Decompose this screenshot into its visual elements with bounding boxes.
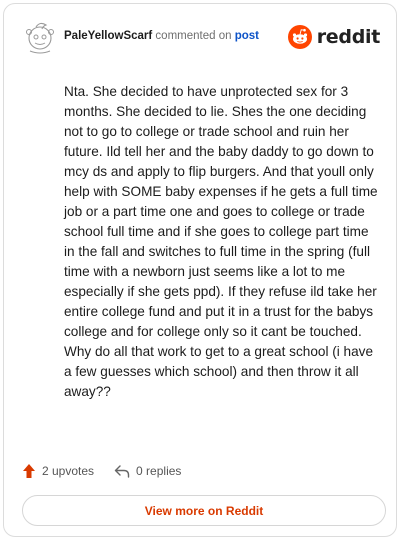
upvote-count: 2 upvotes bbox=[42, 464, 95, 478]
reply-arrow-icon bbox=[114, 465, 130, 478]
reddit-brand[interactable]: reddit bbox=[287, 24, 381, 50]
snoo-avatar-icon[interactable] bbox=[22, 18, 58, 56]
view-more-button[interactable]: View more on Reddit bbox=[22, 495, 386, 526]
brand-wordmark: reddit bbox=[316, 26, 381, 48]
reply-stat[interactable]: 0 replies bbox=[114, 464, 181, 478]
action-text: commented on bbox=[155, 30, 232, 42]
upvote-stat[interactable]: 2 upvotes bbox=[22, 463, 94, 479]
byline: PaleYellowScarf commented on post bbox=[64, 30, 259, 42]
reply-count: 0 replies bbox=[136, 464, 182, 478]
upvote-arrow-icon bbox=[23, 464, 35, 478]
reddit-logo-icon bbox=[287, 25, 312, 49]
comment-stats: 2 upvotes 0 replies bbox=[22, 462, 181, 480]
post-link[interactable]: post bbox=[235, 30, 259, 42]
username-link[interactable]: PaleYellowScarf bbox=[64, 30, 152, 42]
comment-body: Nta. She decided to have unprotected sex… bbox=[64, 84, 378, 399]
comment-header: PaleYellowScarf commented on post reddit bbox=[22, 18, 380, 58]
comment-embed-card: PaleYellowScarf commented on post reddit… bbox=[3, 3, 397, 537]
